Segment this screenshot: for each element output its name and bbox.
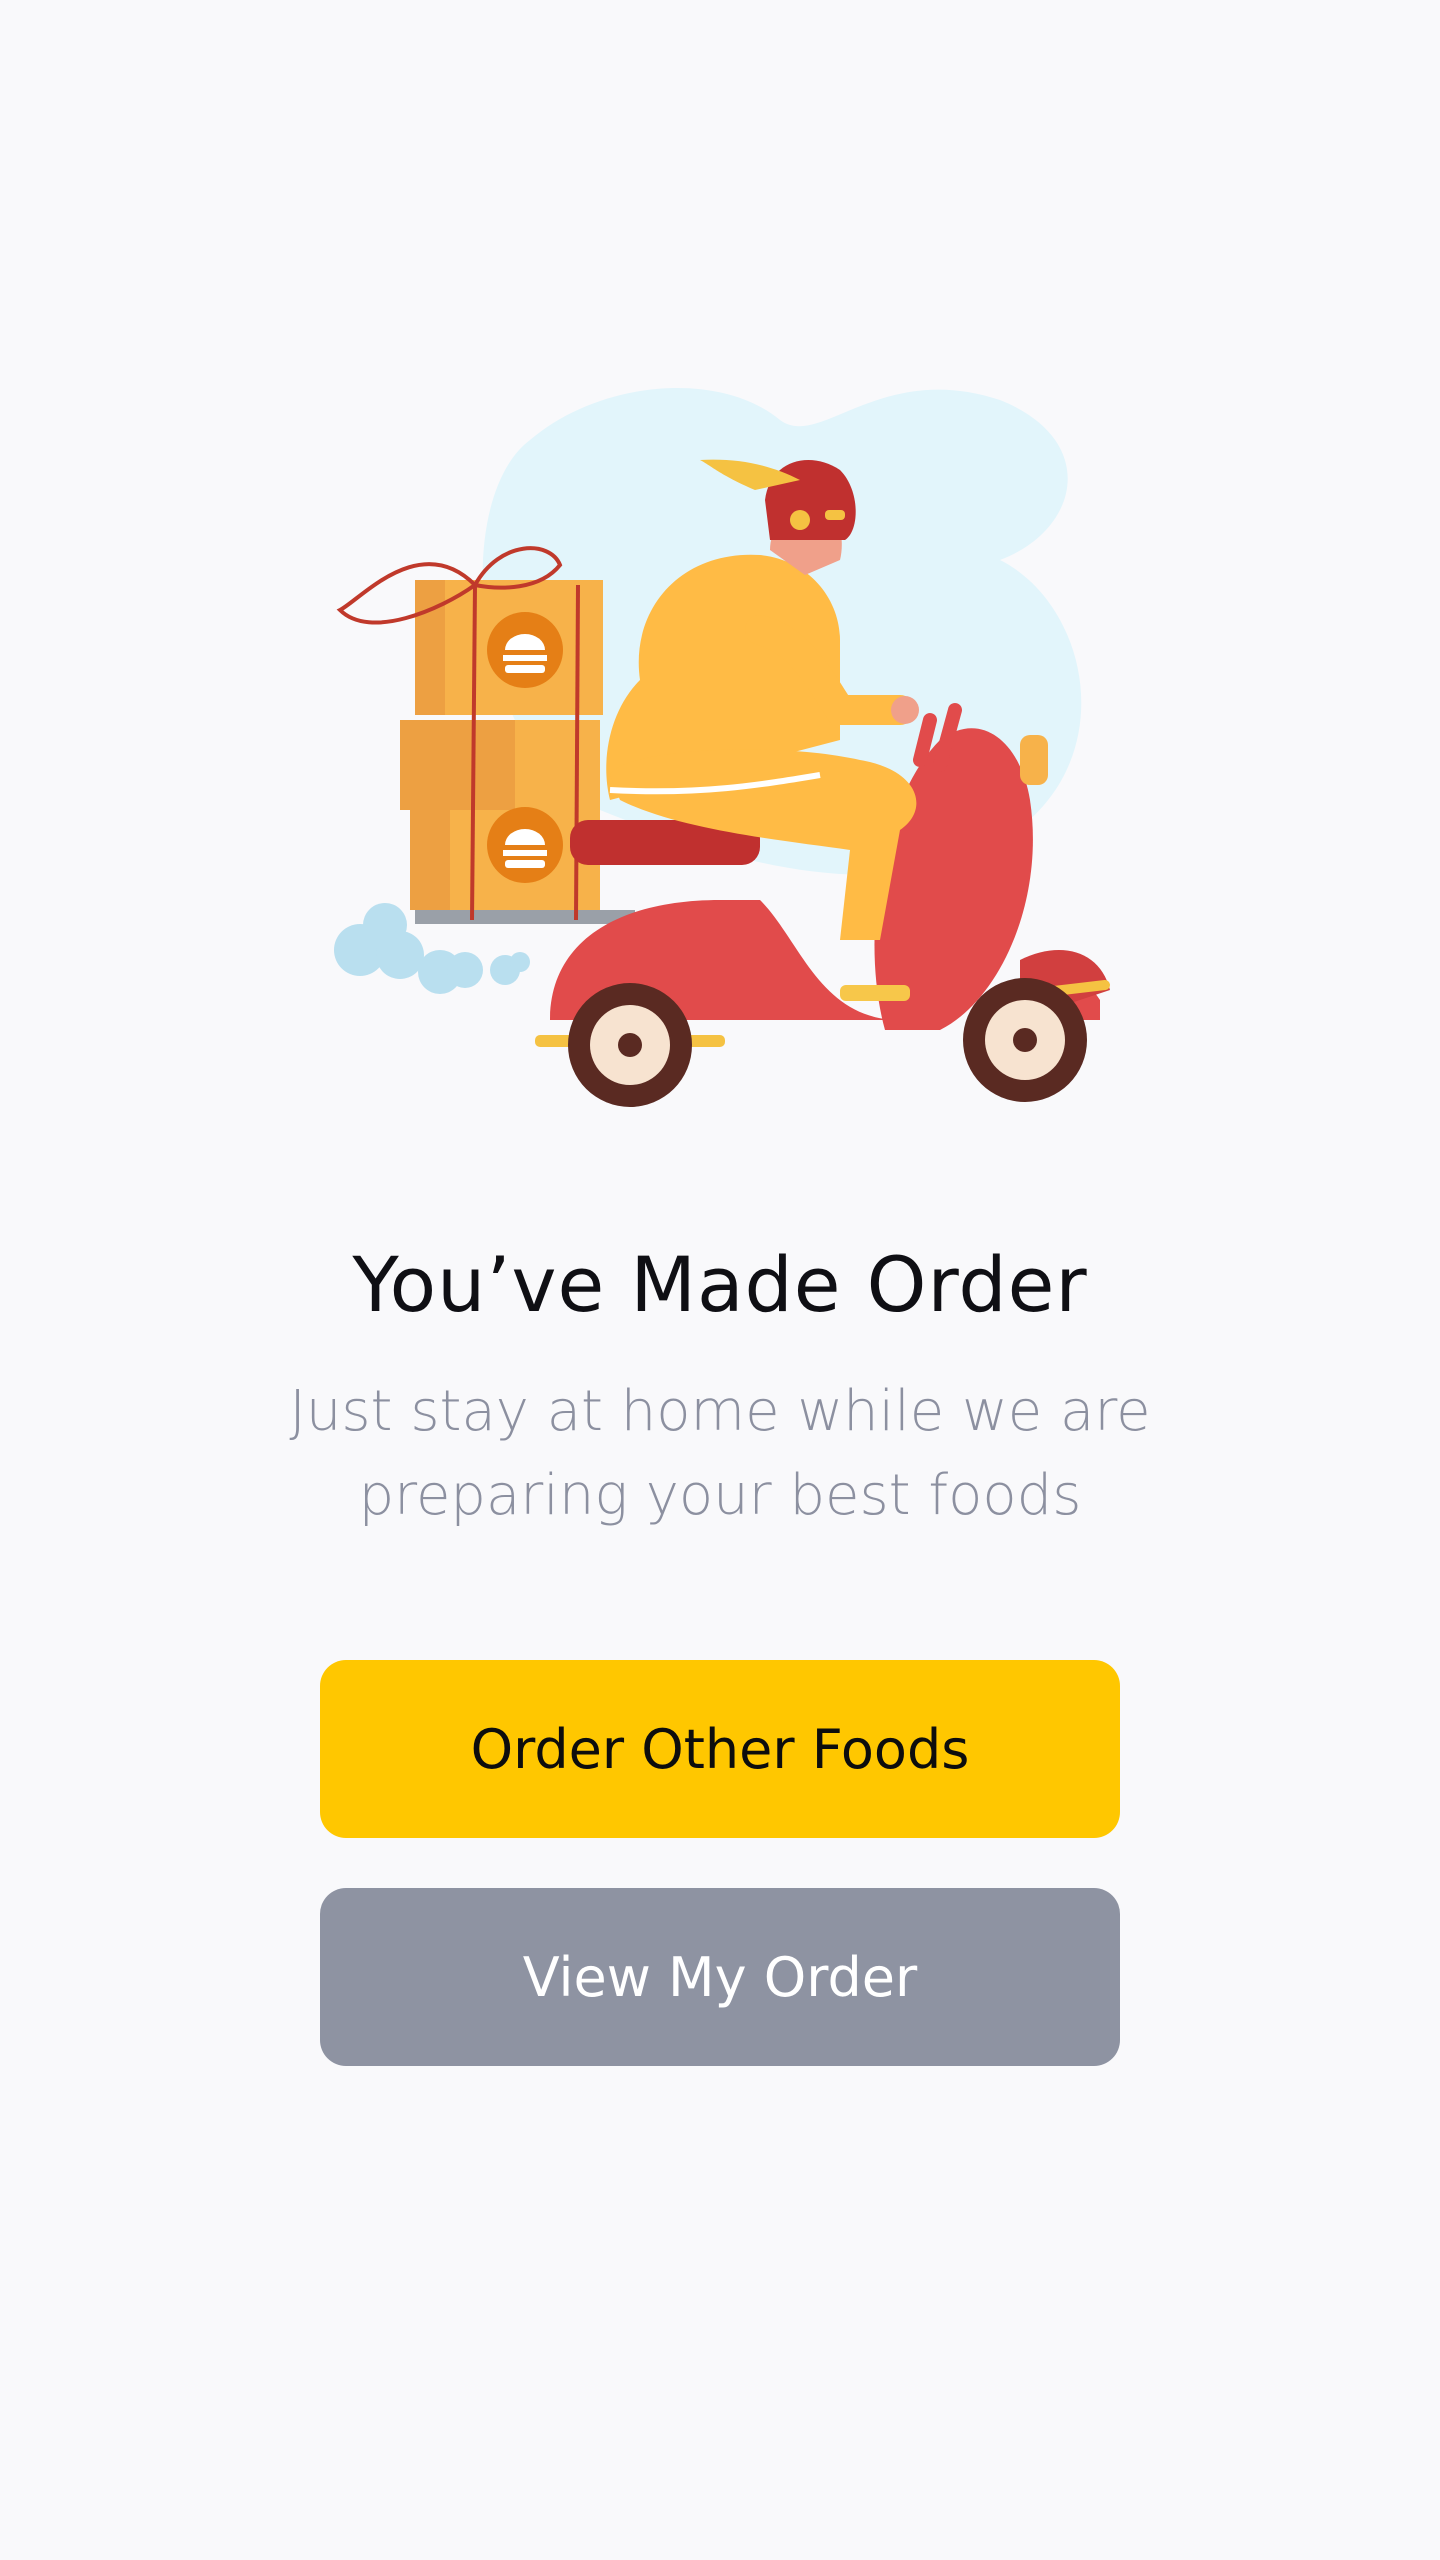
- order-other-foods-button[interactable]: Order Other Foods: [320, 1660, 1120, 1838]
- view-my-order-button[interactable]: View My Order: [320, 1888, 1120, 2066]
- page-subtitle: Just stay at home while we are preparing…: [0, 1370, 1440, 1538]
- delivery-scooter-illustration: [300, 380, 1140, 1140]
- food-boxes: [336, 546, 603, 921]
- page-title: You’ve Made Order: [352, 1240, 1088, 1329]
- order-confirmation-screen: You’ve Made Order Just stay at home whil…: [0, 0, 1440, 2560]
- order-other-foods-label: Order Other Foods: [470, 1717, 970, 1781]
- subtitle-line-2: preparing your best foods: [358, 1463, 1082, 1528]
- subtitle-line-1: Just stay at home while we are: [289, 1379, 1151, 1444]
- view-my-order-label: View My Order: [522, 1945, 918, 2009]
